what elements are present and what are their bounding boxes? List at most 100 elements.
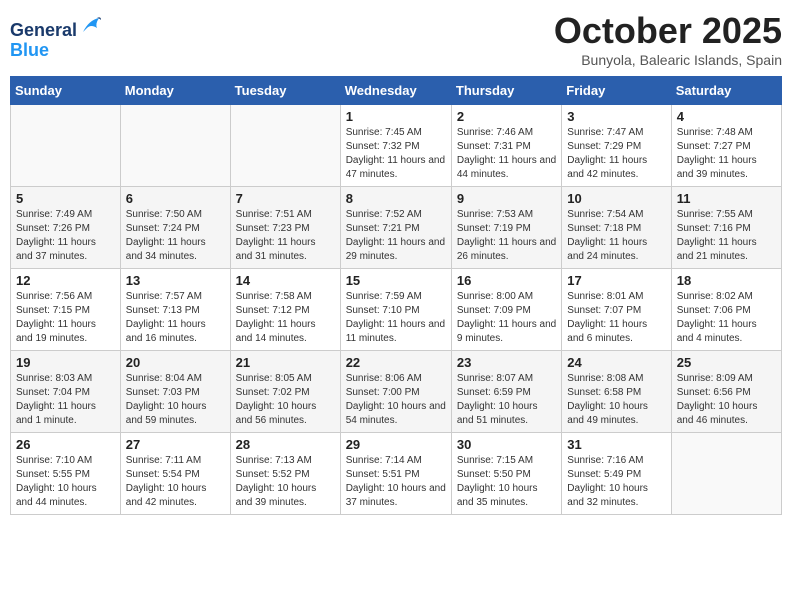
day-number: 29 xyxy=(346,437,446,452)
day-info: Sunrise: 8:06 AMSunset: 7:00 PMDaylight:… xyxy=(346,372,446,428)
calendar-cell xyxy=(120,105,230,187)
calendar-cell: 23 Sunrise: 8:07 AMSunset: 6:59 PMDayligh… xyxy=(451,351,561,433)
calendar-cell: 28 Sunrise: 7:13 AMSunset: 5:52 PMDayligh… xyxy=(230,433,340,515)
calendar-cell: 26 Sunrise: 7:10 AMSunset: 5:55 PMDayligh… xyxy=(11,433,121,515)
day-number: 23 xyxy=(457,355,556,370)
day-info: Sunrise: 7:51 AMSunset: 7:23 PMDaylight:… xyxy=(236,208,335,264)
day-info: Sunrise: 7:57 AMSunset: 7:13 PMDaylight:… xyxy=(126,290,225,346)
day-info: Sunrise: 7:15 AMSunset: 5:50 PMDaylight:… xyxy=(457,454,556,510)
day-info: Sunrise: 7:47 AMSunset: 7:29 PMDaylight:… xyxy=(567,126,665,182)
calendar-cell: 27 Sunrise: 7:11 AMSunset: 5:54 PMDayligh… xyxy=(120,433,230,515)
logo-blue-text: Blue xyxy=(10,40,49,60)
day-number: 20 xyxy=(126,355,225,370)
day-info: Sunrise: 8:09 AMSunset: 6:56 PMDaylight:… xyxy=(677,372,776,428)
calendar-cell: 15 Sunrise: 7:59 AMSunset: 7:10 PMDayligh… xyxy=(340,269,451,351)
day-info: Sunrise: 7:54 AMSunset: 7:18 PMDaylight:… xyxy=(567,208,665,264)
calendar-cell: 19 Sunrise: 8:03 AMSunset: 7:04 PMDayligh… xyxy=(11,351,121,433)
calendar-cell: 7 Sunrise: 7:51 AMSunset: 7:23 PMDaylight… xyxy=(230,187,340,269)
day-number: 2 xyxy=(457,109,556,124)
day-info: Sunrise: 8:07 AMSunset: 6:59 PMDaylight:… xyxy=(457,372,556,428)
calendar-cell: 11Sunrise: 7:55 AMSunset: 7:16 PMDayligh… xyxy=(671,187,781,269)
day-info: Sunrise: 7:48 AMSunset: 7:27 PMDaylight:… xyxy=(677,126,776,182)
day-number: 5 xyxy=(16,191,115,206)
day-info: Sunrise: 8:03 AMSunset: 7:04 PMDaylight:… xyxy=(16,372,115,428)
title-area: October 2025 Bunyola, Balearic Islands, … xyxy=(554,10,782,68)
calendar-cell: 3 Sunrise: 7:47 AMSunset: 7:29 PMDaylight… xyxy=(562,105,671,187)
calendar-cell: 31Sunrise: 7:16 AMSunset: 5:49 PMDayligh… xyxy=(562,433,671,515)
calendar-week-row: 5 Sunrise: 7:49 AMSunset: 7:26 PMDaylight… xyxy=(11,187,782,269)
calendar-cell: 5 Sunrise: 7:49 AMSunset: 7:26 PMDaylight… xyxy=(11,187,121,269)
calendar-cell: 8Sunrise: 7:52 AMSunset: 7:21 PMDaylight… xyxy=(340,187,451,269)
day-number: 12 xyxy=(16,273,115,288)
logo-bird-icon xyxy=(79,14,101,36)
day-info: Sunrise: 8:02 AMSunset: 7:06 PMDaylight:… xyxy=(677,290,776,346)
calendar-cell xyxy=(11,105,121,187)
day-number: 4 xyxy=(677,109,776,124)
day-number: 15 xyxy=(346,273,446,288)
day-info: Sunrise: 7:59 AMSunset: 7:10 PMDaylight:… xyxy=(346,290,446,346)
calendar-cell: 21 Sunrise: 8:05 AMSunset: 7:02 PMDayligh… xyxy=(230,351,340,433)
day-number: 16 xyxy=(457,273,556,288)
day-number: 19 xyxy=(16,355,115,370)
day-info: Sunrise: 8:00 AMSunset: 7:09 PMDaylight:… xyxy=(457,290,556,346)
day-number: 31 xyxy=(567,437,665,452)
day-info: Sunrise: 7:49 AMSunset: 7:26 PMDaylight:… xyxy=(16,208,115,264)
day-info: Sunrise: 8:04 AMSunset: 7:03 PMDaylight:… xyxy=(126,372,225,428)
day-number: 22 xyxy=(346,355,446,370)
day-info: Sunrise: 8:05 AMSunset: 7:02 PMDaylight:… xyxy=(236,372,335,428)
day-info: Sunrise: 7:11 AMSunset: 5:54 PMDaylight:… xyxy=(126,454,225,510)
day-info: Sunrise: 7:45 AMSunset: 7:32 PMDaylight:… xyxy=(346,126,446,182)
day-number: 24 xyxy=(567,355,665,370)
day-number: 26 xyxy=(16,437,115,452)
day-number: 21 xyxy=(236,355,335,370)
weekday-header-thursday: Thursday xyxy=(451,77,561,105)
calendar-cell: 29Sunrise: 7:14 AMSunset: 5:51 PMDayligh… xyxy=(340,433,451,515)
day-number: 9 xyxy=(457,191,556,206)
calendar-cell: 4 Sunrise: 7:48 AMSunset: 7:27 PMDaylight… xyxy=(671,105,781,187)
day-info: Sunrise: 7:55 AMSunset: 7:16 PMDaylight:… xyxy=(677,208,776,264)
calendar-cell xyxy=(671,433,781,515)
page-header: General Blue October 2025 Bunyola, Balea… xyxy=(10,10,782,68)
logo-text: General Blue xyxy=(10,14,101,61)
day-number: 18 xyxy=(677,273,776,288)
calendar-table: SundayMondayTuesdayWednesdayThursdayFrid… xyxy=(10,76,782,515)
weekday-header-wednesday: Wednesday xyxy=(340,77,451,105)
day-info: Sunrise: 7:50 AMSunset: 7:24 PMDaylight:… xyxy=(126,208,225,264)
calendar-title: October 2025 xyxy=(554,10,782,52)
day-info: Sunrise: 7:13 AMSunset: 5:52 PMDaylight:… xyxy=(236,454,335,510)
day-number: 6 xyxy=(126,191,225,206)
weekday-header-tuesday: Tuesday xyxy=(230,77,340,105)
day-number: 14 xyxy=(236,273,335,288)
calendar-cell: 30 Sunrise: 7:15 AMSunset: 5:50 PMDayligh… xyxy=(451,433,561,515)
day-number: 8 xyxy=(346,191,446,206)
day-number: 10 xyxy=(567,191,665,206)
calendar-week-row: 26 Sunrise: 7:10 AMSunset: 5:55 PMDayligh… xyxy=(11,433,782,515)
day-number: 27 xyxy=(126,437,225,452)
calendar-cell: 10 Sunrise: 7:54 AMSunset: 7:18 PMDayligh… xyxy=(562,187,671,269)
logo: General Blue xyxy=(10,14,101,61)
day-number: 17 xyxy=(567,273,665,288)
calendar-cell: 1 Sunrise: 7:45 AMSunset: 7:32 PMDaylight… xyxy=(340,105,451,187)
day-info: Sunrise: 7:10 AMSunset: 5:55 PMDaylight:… xyxy=(16,454,115,510)
day-number: 1 xyxy=(346,109,446,124)
calendar-cell: 9Sunrise: 7:53 AMSunset: 7:19 PMDaylight… xyxy=(451,187,561,269)
calendar-cell: 17Sunrise: 8:01 AMSunset: 7:07 PMDayligh… xyxy=(562,269,671,351)
day-number: 28 xyxy=(236,437,335,452)
calendar-cell: 22 Sunrise: 8:06 AMSunset: 7:00 PMDayligh… xyxy=(340,351,451,433)
calendar-cell: 25 Sunrise: 8:09 AMSunset: 6:56 PMDayligh… xyxy=(671,351,781,433)
calendar-cell: 12 Sunrise: 7:56 AMSunset: 7:15 PMDayligh… xyxy=(11,269,121,351)
calendar-week-row: 19 Sunrise: 8:03 AMSunset: 7:04 PMDayligh… xyxy=(11,351,782,433)
day-number: 25 xyxy=(677,355,776,370)
day-number: 7 xyxy=(236,191,335,206)
calendar-week-row: 1 Sunrise: 7:45 AMSunset: 7:32 PMDaylight… xyxy=(11,105,782,187)
weekday-header-sunday: Sunday xyxy=(11,77,121,105)
day-info: Sunrise: 8:08 AMSunset: 6:58 PMDaylight:… xyxy=(567,372,665,428)
weekday-header-friday: Friday xyxy=(562,77,671,105)
calendar-cell: 6 Sunrise: 7:50 AMSunset: 7:24 PMDaylight… xyxy=(120,187,230,269)
calendar-cell: 20 Sunrise: 8:04 AMSunset: 7:03 PMDayligh… xyxy=(120,351,230,433)
day-number: 30 xyxy=(457,437,556,452)
day-info: Sunrise: 7:56 AMSunset: 7:15 PMDaylight:… xyxy=(16,290,115,346)
weekday-header-monday: Monday xyxy=(120,77,230,105)
day-number: 3 xyxy=(567,109,665,124)
calendar-cell: 24 Sunrise: 8:08 AMSunset: 6:58 PMDayligh… xyxy=(562,351,671,433)
